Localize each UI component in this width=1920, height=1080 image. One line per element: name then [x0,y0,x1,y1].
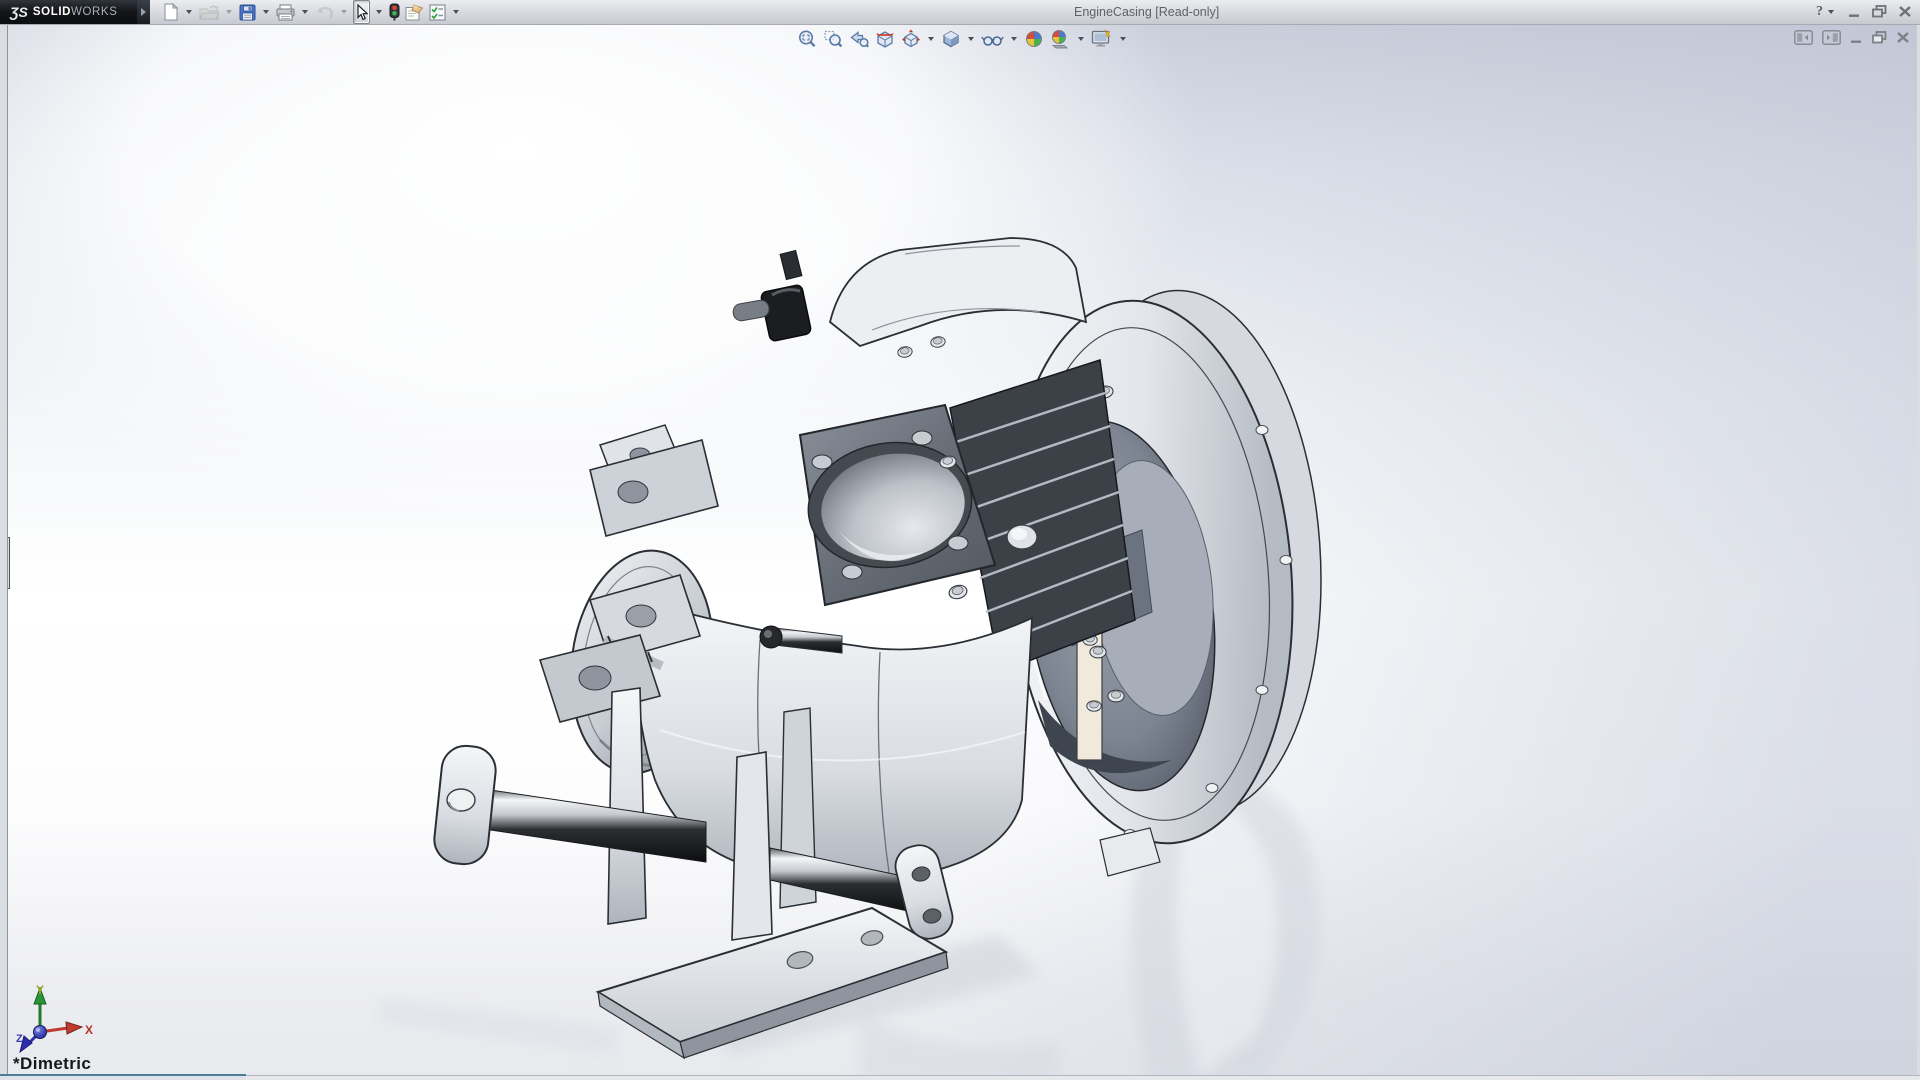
top-cover [732,237,1088,359]
minimize-icon [1849,14,1859,17]
view-orientation-dropdown[interactable] [928,37,934,41]
pane-previous-button[interactable] [1794,30,1813,45]
minimize-button[interactable] [1848,3,1861,20]
file-properties-button[interactable] [404,1,425,23]
view-orientation-button[interactable] [899,28,923,50]
print-dropdown[interactable] [302,10,308,14]
select-button[interactable] [353,0,370,24]
doc-close-button[interactable] [1896,31,1910,44]
display-style-dropdown[interactable] [968,37,974,41]
open-button[interactable] [198,1,220,23]
view-settings-button[interactable] [1089,28,1115,50]
engine-casing-3d-model [378,237,1322,1080]
undo-icon [317,6,333,19]
previous-view-button[interactable] [847,28,871,50]
apply-scene-dropdown[interactable] [1078,37,1084,41]
close-button[interactable] [1898,3,1912,20]
apply-scene-button[interactable] [1048,28,1073,50]
view-orientation-icon [902,29,920,48]
edit-appearance-button[interactable] [1022,28,1046,50]
window-controls: ? [1816,3,1912,20]
hide-show-items-dropdown[interactable] [1011,37,1017,41]
select-dropdown[interactable] [376,10,382,14]
logo-brand-text: SOLIDWORKS [32,6,118,18]
orientation-triad: Y X Z [16,983,93,1054]
doc-restore-button[interactable] [1872,31,1887,44]
display-style-icon [943,30,959,48]
section-view-icon [876,31,894,48]
options-button[interactable] [428,1,447,23]
undo-button[interactable] [314,1,335,23]
title-bar: ƷS SOLIDWORKS EngineCasing [Read-only] ? [0,0,1920,25]
expand-arrow-icon [141,8,146,16]
help-icon: ? [1816,3,1823,19]
section-view-button[interactable] [873,28,897,50]
triad-z-label: Z [16,1033,23,1045]
logo-3s-glyph: ƷS [10,4,28,20]
hide-show-items-button[interactable] [979,28,1006,50]
doc-minimize-button[interactable] [1850,31,1863,44]
options-dropdown[interactable] [453,10,459,14]
new-document-button[interactable] [162,1,180,23]
rebuild-button[interactable] [388,1,401,23]
undo-dropdown[interactable] [341,10,347,14]
zoom-to-fit-icon [799,30,816,48]
document-window-controls [1794,30,1910,45]
solidworks-window: ƷS SOLIDWORKS EngineCasing [Read-only] ?… [0,0,1920,1080]
heads-up-view-toolbar [795,28,1129,50]
doc-restore-icon [1872,31,1887,44]
zoom-to-area-icon [824,30,843,48]
new-dropdown[interactable] [186,10,192,14]
view-orientation-label: *Dimetric [13,1054,92,1073]
open-icon [199,5,219,20]
view-settings-icon [1091,29,1111,47]
select-cursor-icon [357,3,368,20]
graphics-viewport[interactable]: Y X Z *Dimetric [0,24,1920,1080]
restore-button[interactable] [1872,3,1887,20]
previous-view-icon [850,31,869,48]
hide-show-items-icon [981,36,1004,46]
status-bar-edge-right [246,1075,1920,1080]
help-dropdown [1828,9,1834,14]
close-icon [1899,6,1911,17]
new-document-icon [164,3,179,21]
restore-icon [1872,5,1887,18]
pane-next-button[interactable] [1822,30,1841,45]
main-toolbar [162,0,462,24]
file-properties-icon [405,3,424,20]
open-dropdown[interactable] [226,10,232,14]
rebuild-traffic-light-icon [389,3,400,21]
help-button[interactable]: ? [1816,3,1837,20]
save-button[interactable] [238,1,257,23]
menu-expand-tab[interactable] [137,0,150,24]
save-dropdown[interactable] [263,10,269,14]
doc-minimize-icon [1851,40,1861,43]
print-button[interactable] [275,1,296,23]
save-icon [239,4,256,20]
edit-appearance-icon [1026,31,1042,47]
pane-next-icon [1822,30,1841,45]
document-title: EngineCasing [Read-only] [1074,5,1220,19]
zoom-to-fit-button[interactable] [795,28,819,50]
display-style-button[interactable] [939,28,963,50]
view-settings-dropdown[interactable] [1120,37,1126,41]
options-icon [429,4,446,20]
triad-y-label: Y [36,983,44,997]
apply-scene-icon [1051,30,1069,49]
zoom-to-area-button[interactable] [821,28,845,50]
status-bar-edge-left [0,1074,246,1080]
pane-previous-icon [1794,30,1813,45]
window-left-border [0,24,8,1080]
print-icon [276,4,295,20]
doc-close-icon [1897,32,1909,43]
triad-x-label: X [85,1023,93,1037]
solidworks-logo: ƷS SOLIDWORKS [0,0,137,24]
